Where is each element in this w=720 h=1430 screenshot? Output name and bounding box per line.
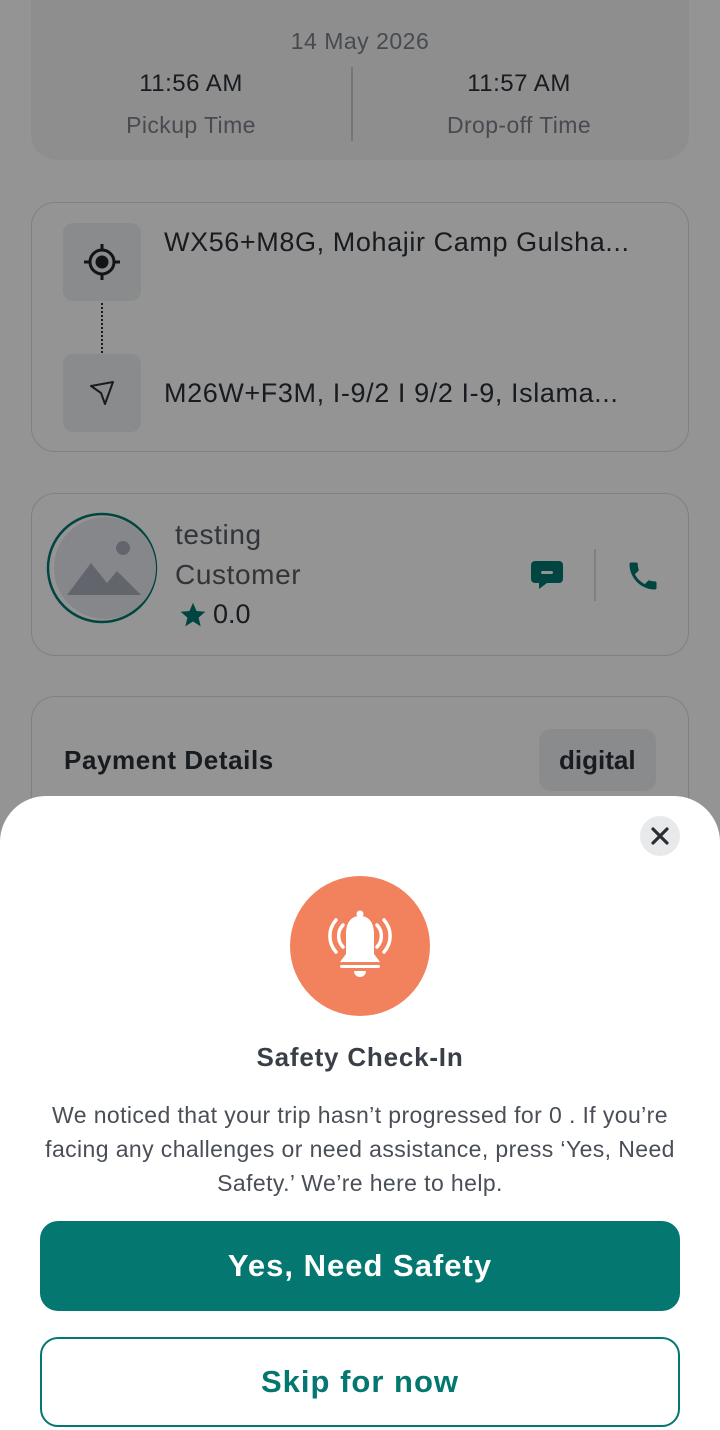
sheet-title: Safety Check-In	[256, 1042, 464, 1072]
alarm-badge	[290, 876, 430, 1016]
yes-need-safety-button[interactable]: Yes, Need Safety	[40, 1221, 680, 1311]
sheet-message: We noticed that your trip hasn’t progres…	[45, 1102, 675, 1196]
alarm-bell-icon	[328, 910, 392, 977]
close-button[interactable]	[640, 816, 680, 856]
skip-for-now-button[interactable]: Skip for now	[40, 1337, 680, 1427]
close-icon	[651, 827, 669, 845]
safety-check-in-sheet: Safety Check-In We noticed that your tri…	[0, 796, 720, 1430]
